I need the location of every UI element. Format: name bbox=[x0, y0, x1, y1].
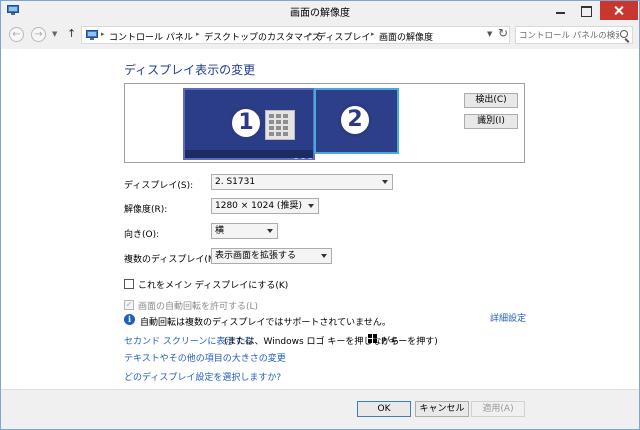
resolution-select-value: 1280 × 1024 (推奨) bbox=[215, 201, 302, 211]
up-arrow-icon[interactable]: ↑ bbox=[67, 27, 76, 40]
auto-rotate-label: 画面の自動回転を許可する(L) bbox=[138, 302, 259, 312]
forward-button[interactable]: → bbox=[31, 27, 46, 42]
monitor-1-number: 1 bbox=[229, 106, 263, 140]
page-title: ディスプレイ表示の変更 bbox=[124, 63, 256, 77]
which-settings-link[interactable]: どのディスプレイ設定を選択しますか? bbox=[124, 370, 281, 383]
breadcrumb-screen-resolution[interactable]: 画面の解像度 bbox=[379, 30, 433, 43]
resolution-select[interactable]: 1280 × 1024 (推奨) bbox=[211, 198, 319, 214]
multiple-displays-select[interactable]: 表示画面を拡張する bbox=[211, 248, 332, 264]
dialog-footer: OK キャンセル 適用(A) bbox=[1, 389, 639, 429]
address-dropdown-chevron-icon[interactable]: ▼ bbox=[487, 30, 492, 38]
detect-button[interactable]: 検出(C) bbox=[464, 93, 518, 108]
auto-rotate-info-text: 自動回転は複数のディスプレイではサポートされていません。 bbox=[140, 318, 391, 328]
orientation-label: 向き(O): bbox=[124, 230, 160, 240]
orientation-select-value: 横 bbox=[215, 226, 225, 236]
refresh-icon[interactable]: ↻ bbox=[498, 26, 508, 40]
multiple-displays-label: 複数のディスプレイ(M): bbox=[124, 255, 223, 265]
monitor-arrangement-panel: 1 ●●● 2 検出(C) 識別(I) bbox=[124, 83, 525, 163]
search-box[interactable] bbox=[515, 26, 633, 44]
chevron-down-icon bbox=[321, 254, 327, 258]
maximize-button[interactable] bbox=[573, 1, 599, 20]
monitor-1-taskbar bbox=[185, 150, 313, 158]
main-content: ディスプレイ表示の変更 1 ●●● 2 検出(C) 識別(I) ディスプレイ(S… bbox=[1, 49, 639, 389]
screen-resolution-window: 画面の解像度 ← → ▼ ↑ ▸ コントロール パネル ▸ デスクトップのカスタ… bbox=[0, 0, 640, 430]
advanced-settings-link[interactable]: 詳細設定 bbox=[490, 311, 526, 324]
window-title: 画面の解像度 bbox=[290, 8, 350, 19]
breadcrumb-separator-icon: ▸ bbox=[309, 30, 313, 38]
title-bar: 画面の解像度 bbox=[1, 1, 639, 21]
info-icon: i bbox=[124, 314, 135, 325]
second-screen-hint-text-end: P キーを押す) bbox=[381, 337, 438, 347]
display-select[interactable]: 2. S1731 bbox=[211, 174, 393, 190]
search-icon[interactable] bbox=[620, 30, 628, 38]
ok-button[interactable]: OK bbox=[357, 401, 411, 417]
navigation-bar: ← → ▼ ↑ ▸ コントロール パネル ▸ デスクトップのカスタマイズ ▸ デ… bbox=[1, 21, 639, 49]
address-bar[interactable]: ▸ コントロール パネル ▸ デスクトップのカスタマイズ ▸ ディスプレイ ▸ … bbox=[81, 26, 510, 44]
display-select-value: 2. S1731 bbox=[215, 177, 256, 187]
back-button[interactable]: ← bbox=[9, 27, 24, 42]
chevron-down-icon bbox=[308, 204, 314, 208]
close-button[interactable] bbox=[600, 1, 638, 20]
main-display-checkbox[interactable] bbox=[124, 279, 134, 289]
search-input[interactable] bbox=[519, 29, 619, 42]
monitor-2[interactable]: 2 bbox=[314, 88, 399, 154]
breadcrumb-separator-icon: ▸ bbox=[101, 30, 105, 38]
display-label: ディスプレイ(S): bbox=[124, 181, 194, 191]
apply-button: 適用(A) bbox=[471, 401, 525, 417]
cancel-button[interactable]: キャンセル bbox=[415, 401, 469, 417]
start-screen-icon bbox=[265, 110, 295, 140]
chevron-down-icon bbox=[267, 229, 273, 233]
breadcrumb-display[interactable]: ディスプレイ bbox=[317, 30, 370, 43]
monitor-2-number: 2 bbox=[338, 103, 372, 137]
breadcrumb-separator-icon: ▸ bbox=[371, 30, 375, 38]
minimize-button[interactable] bbox=[547, 1, 573, 20]
breadcrumb-desktop-customization[interactable]: デスクトップのカスタマイズ bbox=[204, 30, 321, 43]
orientation-select[interactable]: 横 bbox=[211, 223, 278, 239]
breadcrumb-separator-icon: ▸ bbox=[196, 30, 200, 38]
auto-rotate-checkbox: ✓ bbox=[124, 300, 134, 310]
identify-button[interactable]: 識別(I) bbox=[464, 114, 518, 129]
multiple-displays-select-value: 表示画面を拡張する bbox=[215, 251, 297, 261]
resolution-label: 解像度(R): bbox=[124, 205, 168, 215]
recent-pages-chevron-icon[interactable]: ▼ bbox=[52, 30, 57, 38]
text-size-link[interactable]: テキストやその他の項目の大きさの変更 bbox=[124, 351, 286, 364]
chevron-down-icon bbox=[382, 180, 388, 184]
windows-logo-icon bbox=[368, 334, 378, 344]
main-display-label[interactable]: これをメイン ディスプレイにする(K) bbox=[138, 278, 288, 291]
control-panel-icon bbox=[86, 30, 98, 40]
breadcrumb-control-panel[interactable]: コントロール パネル bbox=[109, 30, 193, 43]
monitor-1[interactable]: 1 ●●● bbox=[183, 88, 315, 160]
